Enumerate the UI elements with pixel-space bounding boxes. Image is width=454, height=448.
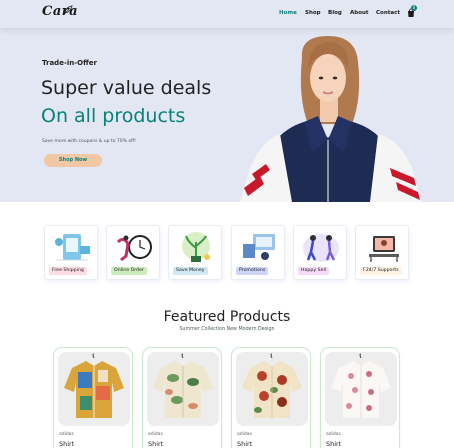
feature-happy-sell[interactable]: Happy Sell [293, 225, 347, 280]
featured-products-subtitle: Summer Collection New Modern Design [179, 327, 275, 332]
featured-products-title: Featured Products [163, 309, 291, 325]
hero-headline: Super value deals [41, 77, 212, 99]
happy-sell-illustration-icon [303, 234, 339, 262]
product-name: Shirt [59, 440, 75, 448]
product-card[interactable]: adidas Shirt [320, 347, 400, 448]
feature-label: Happy Sell [298, 267, 330, 275]
site-header: Cara Home Shop Blog About Contact 0 [0, 0, 454, 28]
product-card[interactable]: adidas Shirt [142, 347, 222, 448]
feature-label: F24/7 Supports [360, 267, 402, 275]
hero-subtitle: Trade-in-Offer [42, 59, 97, 67]
product-image [325, 352, 397, 426]
feature-support[interactable]: F24/7 Supports [355, 225, 409, 280]
nav-contact[interactable]: Contact [376, 10, 400, 16]
feature-label: Online Order [111, 267, 147, 275]
main-nav: Home Shop Blog About Contact [0, 10, 454, 22]
hero-section: Trade-in-Offer Super value deals On all … [0, 28, 454, 202]
shirt-image [331, 353, 391, 418]
nav-home[interactable]: Home [279, 10, 297, 16]
product-card[interactable]: adidas Shirt [53, 347, 133, 448]
shop-now-button[interactable]: Shop Now [44, 154, 102, 167]
support-illustration-icon [369, 236, 399, 262]
feature-online-order[interactable]: Online Order [106, 225, 160, 280]
product-brand: adidas [59, 432, 74, 437]
product-image [236, 352, 308, 426]
feature-label: Promotions [236, 267, 269, 275]
feature-save-money[interactable]: Save Money [168, 225, 222, 280]
feature-free-shipping[interactable]: Free Shipping [44, 225, 98, 280]
money-plant-illustration-icon [182, 232, 210, 262]
hero-description: Save more with coupons & up to 70% off! [42, 139, 136, 144]
feature-label: Save Money [173, 267, 208, 275]
product-image [147, 352, 219, 426]
promotion-illustration-icon [243, 234, 275, 260]
product-brand: adidas [326, 432, 341, 437]
product-brand: adidas [148, 432, 163, 437]
hero-model-image [240, 36, 422, 202]
shirt-image [153, 353, 213, 418]
nav-about[interactable]: About [350, 10, 369, 16]
product-card[interactable]: adidas Shirt [231, 347, 311, 448]
nav-blog[interactable]: Blog [328, 10, 342, 16]
nav-shop[interactable]: Shop [305, 10, 321, 16]
cart-count-badge: 0 [411, 5, 417, 11]
product-image [58, 352, 130, 426]
product-brand: adidas [237, 432, 252, 437]
product-name: Shirt [326, 440, 342, 448]
hero-headline-accent: On all products [41, 105, 186, 127]
product-name: Shirt [148, 440, 164, 448]
product-name: Shirt [237, 440, 253, 448]
clock-order-illustration-icon [116, 235, 152, 262]
delivery-illustration-icon [55, 234, 90, 261]
feature-label: Free Shipping [49, 267, 87, 275]
feature-promotions[interactable]: Promotions [231, 225, 285, 280]
shirt-image [242, 353, 302, 418]
shirt-image [64, 353, 124, 418]
